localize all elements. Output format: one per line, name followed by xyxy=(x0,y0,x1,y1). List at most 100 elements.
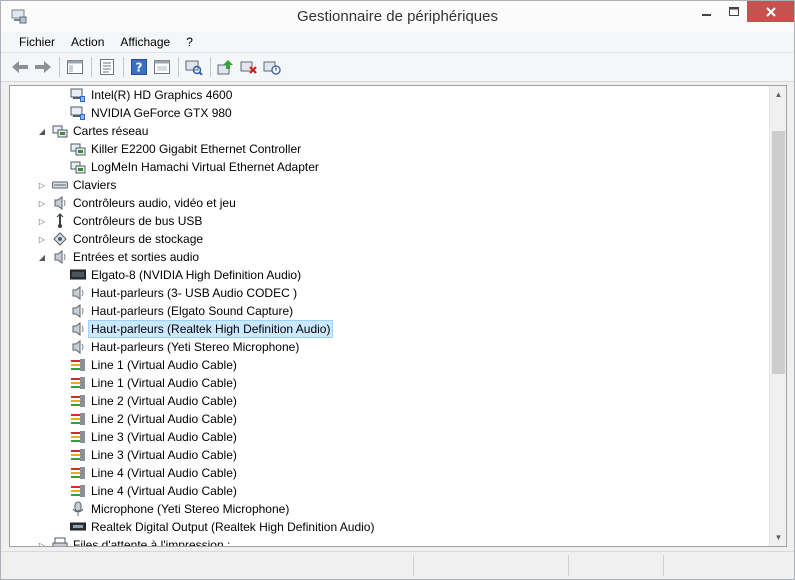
collapsed-arrow-icon[interactable]: ▷ xyxy=(36,233,48,245)
device-tree-panel[interactable]: Intel(R) HD Graphics 4600 NVIDIA GeForce … xyxy=(9,85,787,547)
tree-row[interactable]: Line 2 (Virtual Audio Cable) xyxy=(70,410,240,428)
device-manager-window: Gestionnaire de périphériques Fichier Ac… xyxy=(0,0,795,580)
status-divider xyxy=(413,555,414,576)
tree-row[interactable]: Line 2 (Virtual Audio Cable) xyxy=(70,392,240,410)
toolbar-separator xyxy=(210,57,211,77)
tree-row-label: Contrôleurs de bus USB xyxy=(73,214,203,228)
tree-row[interactable]: Line 1 (Virtual Audio Cable) xyxy=(70,356,240,374)
audio-cable-icon xyxy=(70,465,86,481)
tree-row[interactable]: ▷ Files d'attente à l'impression : xyxy=(36,536,233,547)
tree-row-label: Killer E2200 Gigabit Ethernet Controller xyxy=(91,142,302,156)
window-title: Gestionnaire de périphériques xyxy=(297,8,498,25)
speaker-icon xyxy=(70,321,86,337)
display-adapter-icon xyxy=(70,87,86,103)
speaker-icon xyxy=(52,249,68,265)
back-icon xyxy=(12,61,28,73)
maximize-button[interactable] xyxy=(720,1,747,22)
audio-cable-icon xyxy=(70,429,86,445)
tree-row[interactable]: Line 4 (Virtual Audio Cable) xyxy=(70,464,240,482)
speaker-icon xyxy=(70,303,86,319)
audio-cable-icon xyxy=(70,411,86,427)
tree-row[interactable]: ◢ Entrées et sorties audio xyxy=(36,248,202,266)
tree-row[interactable]: ▷ Claviers xyxy=(36,176,119,194)
tree-row[interactable]: ▷ Contrôleurs audio, vidéo et jeu xyxy=(36,194,239,212)
scrollbar-thumb[interactable] xyxy=(772,131,785,374)
tree-row-label: Haut-parleurs (Elgato Sound Capture) xyxy=(91,304,294,318)
tree-row[interactable]: NVIDIA GeForce GTX 980 xyxy=(70,104,235,122)
speaker-icon xyxy=(52,195,68,211)
tree-row[interactable]: Line 3 (Virtual Audio Cable) xyxy=(70,428,240,446)
menu-action[interactable]: Action xyxy=(63,35,112,49)
enable-disable-icon xyxy=(263,61,281,75)
enable-disable-button[interactable] xyxy=(261,56,283,78)
usb-icon xyxy=(52,213,68,229)
tree-row-label: Line 4 (Virtual Audio Cable) xyxy=(91,484,237,498)
network-adapter-icon xyxy=(70,159,86,175)
tree-row[interactable]: Haut-parleurs (3- USB Audio CODEC ) xyxy=(70,284,300,302)
scroll-down-arrow-icon[interactable]: ▼ xyxy=(770,529,786,546)
status-divider xyxy=(663,555,664,576)
properties-button[interactable] xyxy=(96,56,118,78)
help-icon: ? xyxy=(131,59,147,75)
tree-row-label: Haut-parleurs (Yeti Stereo Microphone) xyxy=(91,340,300,354)
tree-row-label: Line 3 (Virtual Audio Cable) xyxy=(91,430,237,444)
expanded-arrow-icon[interactable]: ◢ xyxy=(36,125,48,137)
properties-icon xyxy=(100,59,114,75)
toolbar: ? xyxy=(1,53,794,82)
tree-row-label: Intel(R) HD Graphics 4600 xyxy=(91,88,233,102)
audio-cable-icon xyxy=(70,393,86,409)
menu-fichier[interactable]: Fichier xyxy=(11,35,63,49)
printer-icon xyxy=(52,537,68,546)
tree-row[interactable]: LogMeIn Hamachi Virtual Ethernet Adapter xyxy=(70,158,322,176)
tree-row[interactable]: Haut-parleurs (Elgato Sound Capture) xyxy=(70,302,296,320)
scan-hardware-button[interactable] xyxy=(183,56,205,78)
collapsed-arrow-icon[interactable]: ▷ xyxy=(36,197,48,209)
expanded-arrow-icon[interactable]: ◢ xyxy=(36,251,48,263)
tree-row[interactable]: Line 4 (Virtual Audio Cable) xyxy=(70,482,240,500)
help-button[interactable]: ? xyxy=(128,56,150,78)
forward-button[interactable] xyxy=(32,56,54,78)
tree-row[interactable]: Microphone (Yeti Stereo Microphone) xyxy=(70,500,292,518)
minimize-button[interactable] xyxy=(693,1,720,22)
tree-row[interactable]: Killer E2200 Gigabit Ethernet Controller xyxy=(70,140,304,158)
minimize-icon xyxy=(701,13,711,16)
tree-row-label: Cartes réseau xyxy=(73,124,149,138)
tree-row[interactable]: ◢ Cartes réseau xyxy=(36,122,151,140)
tree-row[interactable]: Line 1 (Virtual Audio Cable) xyxy=(70,374,240,392)
uninstall-button[interactable] xyxy=(238,56,260,78)
tree-row-label: NVIDIA GeForce GTX 980 xyxy=(91,106,232,120)
uninstall-icon xyxy=(240,61,257,74)
scroll-up-arrow-icon[interactable]: ▲ xyxy=(770,86,786,103)
audio-cable-icon xyxy=(70,375,86,391)
toolbar-separator xyxy=(91,57,92,77)
back-button[interactable] xyxy=(9,56,31,78)
maximize-icon xyxy=(728,6,739,16)
tree-row-label: Files d'attente à l'impression : xyxy=(73,538,231,547)
update-driver-icon xyxy=(217,60,233,75)
update-driver-button[interactable] xyxy=(215,56,237,78)
tree-row[interactable]: Haut-parleurs (Yeti Stereo Microphone) xyxy=(70,338,302,356)
tree-row[interactable]: Haut-parleurs (Realtek High Definition A… xyxy=(70,320,334,338)
tree-row[interactable]: Intel(R) HD Graphics 4600 xyxy=(70,86,235,104)
collapsed-arrow-icon[interactable]: ▷ xyxy=(36,215,48,227)
tree-row[interactable]: Elgato-8 (NVIDIA High Definition Audio) xyxy=(70,266,304,284)
tree-row[interactable]: ▷ Contrôleurs de stockage xyxy=(36,230,206,248)
menu-bar: Fichier Action Affichage ? xyxy=(1,32,794,53)
tree-row-label: Contrôleurs de stockage xyxy=(73,232,204,246)
close-button[interactable] xyxy=(747,1,794,22)
tree-row-label: Line 4 (Virtual Audio Cable) xyxy=(91,466,237,480)
collapsed-arrow-icon[interactable]: ▷ xyxy=(36,539,48,547)
monitor-audio-icon xyxy=(70,267,86,283)
show-hide-tree-button[interactable] xyxy=(64,56,86,78)
tree-row-label: Entrées et sorties audio xyxy=(73,250,200,264)
tree-row-label: Elgato-8 (NVIDIA High Definition Audio) xyxy=(91,268,302,282)
view-button[interactable] xyxy=(151,56,173,78)
menu-help[interactable]: ? xyxy=(178,35,201,49)
title-bar[interactable]: Gestionnaire de périphériques xyxy=(1,1,794,32)
menu-affichage[interactable]: Affichage xyxy=(112,35,178,49)
collapsed-arrow-icon[interactable]: ▷ xyxy=(36,179,48,191)
tree-row[interactable]: Realtek Digital Output (Realtek High Def… xyxy=(70,518,377,536)
vertical-scrollbar[interactable]: ▲ ▼ xyxy=(769,86,786,546)
tree-row[interactable]: Line 3 (Virtual Audio Cable) xyxy=(70,446,240,464)
tree-row[interactable]: ▷ Contrôleurs de bus USB xyxy=(36,212,205,230)
